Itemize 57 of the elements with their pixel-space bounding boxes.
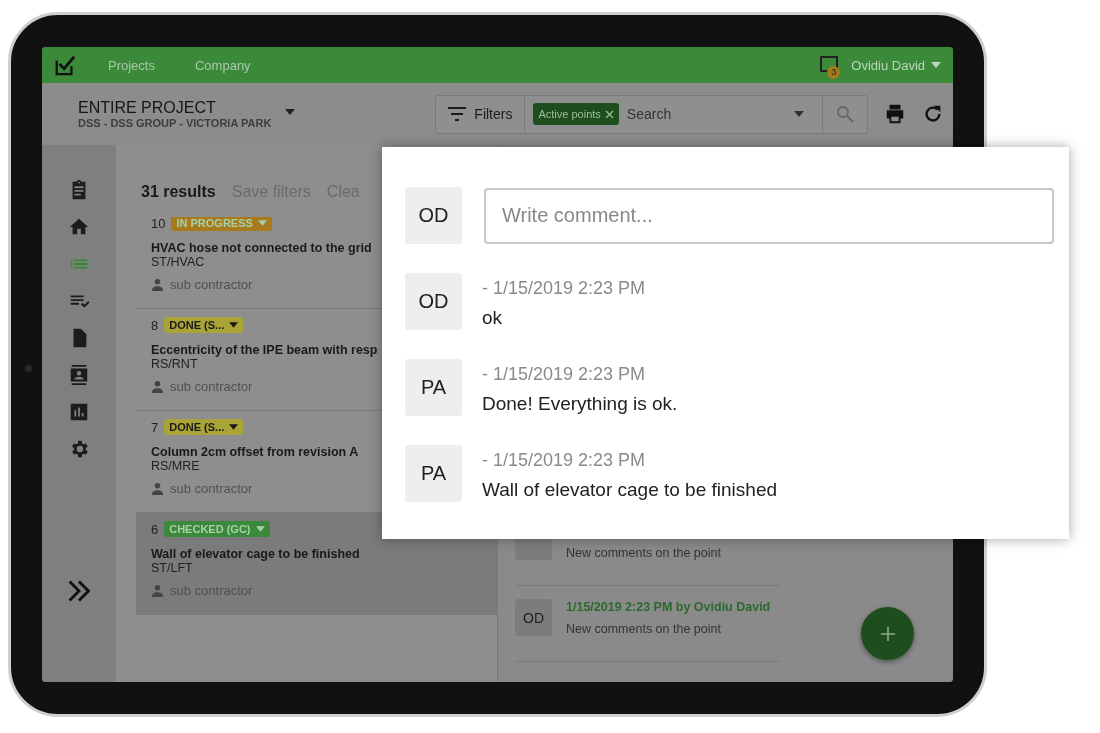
caret-icon — [257, 220, 267, 226]
point-code: RS/RNT — [151, 357, 199, 371]
chart-icon[interactable] — [68, 401, 90, 423]
history-date: 1/15/2019 2:23 PM by Ovidiu David — [566, 600, 771, 616]
avatar: OD — [405, 187, 462, 244]
history-text: New comments on the point — [566, 546, 721, 560]
point-title: HVAC hose not connected to the grid — [151, 241, 373, 255]
point-number: 8 — [151, 317, 159, 333]
comment-field[interactable]: Write comment... — [484, 187, 1054, 244]
caret-icon — [794, 111, 805, 117]
caret-icon — [255, 526, 265, 532]
user-name[interactable]: Ovidiu David — [851, 57, 925, 73]
caret-icon — [931, 62, 941, 68]
point-number: 7 — [151, 419, 159, 435]
avatar: PA — [405, 445, 462, 502]
inbox-icon[interactable] — [819, 55, 840, 75]
plus-icon — [880, 626, 895, 641]
point-number: 6 — [151, 521, 159, 537]
status-badge[interactable]: DONE (S... — [164, 419, 244, 435]
close-icon[interactable] — [604, 109, 614, 119]
avatar: PA — [405, 359, 462, 416]
avatar: OD — [515, 599, 552, 636]
caret-icon — [285, 109, 296, 115]
project-title[interactable]: ENTIRE PROJECT — [78, 99, 272, 117]
project-subtitle: DSS - DSS GROUP - VICTORIA PARK — [78, 117, 272, 129]
point-code: ST/HVAC — [151, 255, 206, 269]
notification-badge: 3 — [827, 66, 841, 79]
nav-link[interactable]: Projects — [108, 57, 155, 73]
camera-icon — [25, 365, 32, 372]
status-badge[interactable]: DONE (S... — [164, 317, 244, 333]
contacts-icon[interactable] — [68, 364, 90, 386]
person-icon — [151, 482, 164, 495]
caret-icon — [229, 424, 239, 430]
point-title: Eccentricity of the IPE beam with resp — [151, 343, 379, 357]
results-count: 31 results — [141, 183, 216, 201]
person-icon — [151, 584, 164, 597]
filter-chip[interactable]: Active points — [533, 103, 619, 125]
caret-icon — [229, 322, 239, 328]
filters-button[interactable]: Filters — [436, 95, 526, 133]
point-number: 10 — [151, 217, 166, 231]
filter-icon — [448, 107, 467, 121]
expand-icon[interactable] — [68, 580, 90, 602]
comment-time: - 1/15/2019 2:23 PM — [482, 278, 646, 299]
point-title: Column 2cm offset from revision A — [151, 445, 360, 459]
search-field[interactable]: Search — [624, 105, 795, 123]
history-text: New comments on the point — [566, 622, 722, 636]
point-code: ST/LFT — [151, 561, 194, 575]
avatar: OD — [405, 273, 462, 330]
assignee: sub contractor — [170, 481, 253, 496]
logo-icon — [54, 54, 76, 76]
assignee: sub contractor — [170, 277, 253, 292]
assignee: sub contractor — [170, 379, 253, 394]
search-icon — [836, 105, 855, 123]
status-badge[interactable]: CHECKED (GC) — [164, 521, 270, 537]
person-icon — [151, 278, 164, 291]
point-title: Wall of elevator cage to be finished — [151, 547, 361, 561]
person-icon — [151, 380, 164, 393]
